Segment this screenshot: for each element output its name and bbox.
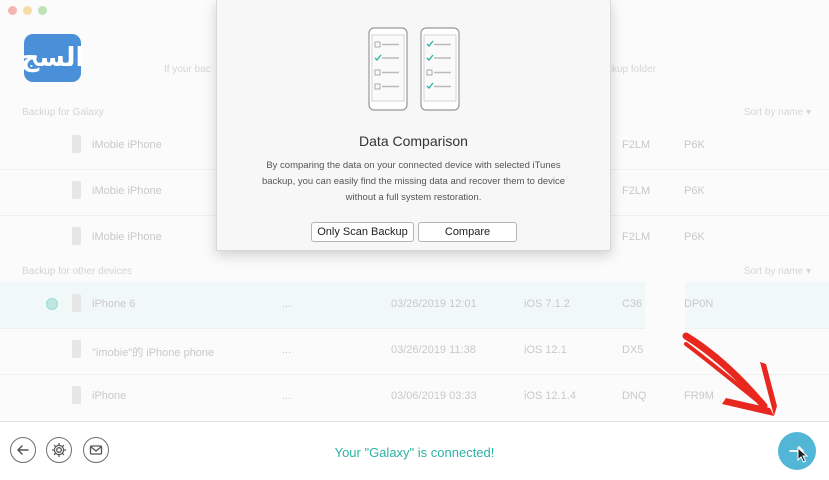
- backup-date: 03/26/2019 11:38: [391, 344, 476, 356]
- selected-radio[interactable]: [46, 298, 58, 310]
- serial-part: C36: [622, 298, 643, 310]
- more-dots: ...: [282, 390, 292, 402]
- device-name: iPhone: [92, 390, 127, 402]
- ios-version: iOS 7.1.2: [524, 298, 570, 310]
- overlay-mask: [645, 250, 685, 340]
- phone-icon: [72, 340, 81, 358]
- sort-label: Sort by name: [743, 266, 804, 277]
- section-galaxy-label: Backup for Galaxy: [22, 107, 104, 118]
- phone-icon: [72, 181, 81, 199]
- phones-checklist-illustration-icon: [368, 27, 460, 111]
- data-comparison-dialog: Data Comparison By comparing the data on…: [216, 0, 611, 251]
- sort-galaxy-dropdown[interactable]: Sort by name ▾: [744, 107, 811, 118]
- serial-part: F2LM: [622, 139, 651, 151]
- minimize-window-button[interactable]: [23, 6, 32, 15]
- app-window: السج If your bac ckup folder Backup for …: [0, 0, 829, 480]
- serial-part: P6K: [684, 139, 705, 151]
- ios-version: iOS 12.1.4: [524, 390, 576, 402]
- serial-part: P6K: [684, 185, 705, 197]
- red-annotation-arrow-icon: [682, 332, 777, 416]
- serial-part: DX5: [622, 344, 644, 356]
- serial-part: F2LM: [622, 185, 651, 197]
- compare-button[interactable]: Compare: [418, 222, 517, 242]
- device-name: iMobie iPhone: [92, 185, 162, 197]
- backup-date: 03/26/2019 12:01: [391, 298, 477, 310]
- window-controls: [8, 6, 47, 15]
- sort-label: Sort by name: [743, 107, 804, 118]
- site-logo-watermark: السج: [21, 34, 84, 82]
- device-name: iPhone 6: [92, 298, 136, 310]
- hint-text-right: ckup folder: [607, 64, 656, 75]
- serial-part: DP0N: [684, 298, 714, 310]
- device-name: "imobie"的 iPhone phone: [92, 347, 215, 359]
- dialog-description: By comparing the data on your connected …: [261, 160, 566, 203]
- ios-version: iOS 12.1: [524, 344, 567, 356]
- serial-part: F2LM: [622, 231, 651, 243]
- maximize-window-button[interactable]: [38, 6, 47, 15]
- backup-date: 03/06/2019 03:33: [391, 390, 477, 402]
- device-name: iMobie iPhone: [92, 139, 162, 151]
- sort-other-dropdown[interactable]: Sort by name ▾: [744, 266, 811, 277]
- section-other-label: Backup for other devices: [22, 266, 133, 277]
- mouse-cursor-icon: [797, 447, 809, 463]
- serial-part: P6K: [684, 231, 705, 243]
- dialog-title: Data Comparison: [359, 133, 468, 149]
- serial-part: DNQ: [622, 390, 647, 402]
- phone-icon: [72, 135, 81, 153]
- only-scan-backup-button[interactable]: Only Scan Backup: [311, 222, 414, 242]
- phone-icon: [72, 294, 81, 312]
- device-name: iMobie iPhone: [92, 231, 162, 243]
- more-dots: ...: [282, 298, 292, 310]
- phone-icon: [72, 386, 81, 404]
- hint-text-left: If your bac: [164, 64, 211, 75]
- connection-status: Your "Galaxy" is connected!: [334, 445, 495, 460]
- phone-icon: [72, 227, 81, 245]
- close-window-button[interactable]: [8, 6, 17, 15]
- more-dots: ...: [282, 344, 292, 356]
